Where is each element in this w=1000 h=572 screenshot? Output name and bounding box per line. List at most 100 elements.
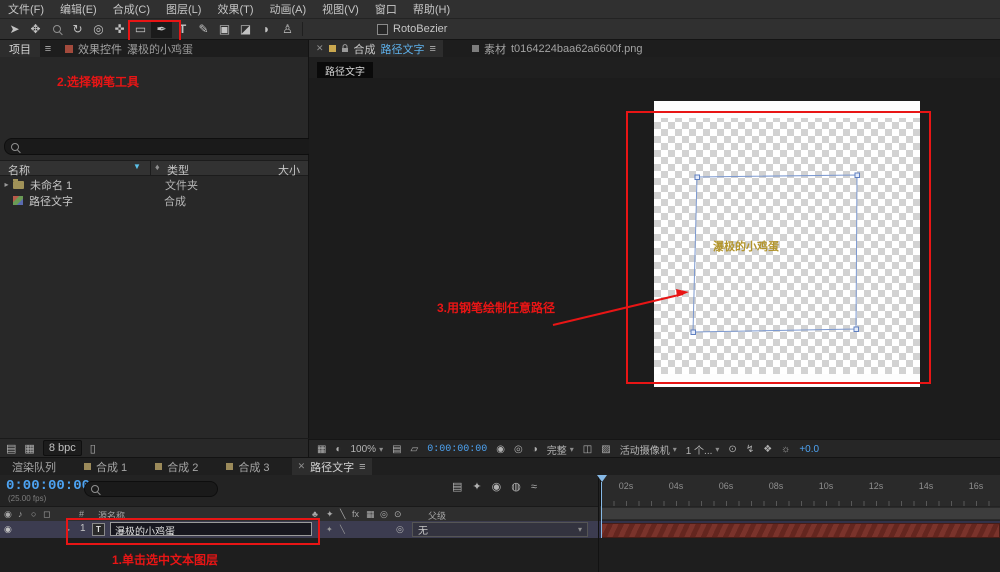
menu-layer[interactable]: 图层(L) (166, 1, 201, 17)
close-icon[interactable]: ✕ (316, 43, 324, 54)
panel-menu-icon[interactable]: ≡ (359, 461, 365, 473)
panel-menu-icon[interactable]: ≡ (430, 43, 436, 55)
eye-icon[interactable]: ◉ (4, 524, 12, 535)
parent-value: 无 (418, 526, 428, 537)
clone-stamp-tool-icon[interactable]: ▣ (214, 20, 235, 38)
fast-previews-icon[interactable]: ↯ (746, 444, 754, 455)
camera-select[interactable]: 活动摄像机 ▾ (620, 442, 677, 457)
tab-render-queue[interactable]: 渲染队列 (6, 458, 62, 475)
menu-file[interactable]: 文件(F) (8, 1, 44, 17)
zoom-tool-icon[interactable] (46, 20, 67, 38)
tab-path-text[interactable]: ✕ 路径文字 ≡ (291, 458, 372, 475)
tab-effect-controls[interactable]: 效果控件 瀑极的小鸡蛋 (56, 40, 202, 57)
adjustment-switch-icon: ⊙ (394, 509, 402, 519)
tab-comp-2[interactable]: 合成 2 (149, 458, 204, 475)
twirl-icon[interactable]: ▸ (0, 180, 13, 189)
mask-visibility-icon[interactable]: ◐ (335, 444, 341, 455)
exposure-icon[interactable]: ☼ (781, 444, 790, 455)
fps-label: (25.00 fps) (8, 494, 47, 503)
ruler-icon[interactable]: ▱ (411, 444, 419, 455)
hand-tool-icon[interactable]: ✥ (25, 20, 46, 38)
menu-view[interactable]: 视图(V) (322, 1, 359, 17)
tab-project[interactable]: 项目 (0, 40, 40, 57)
ruler-label: 14s (918, 481, 934, 491)
tab-comp-3[interactable]: 合成 3 (220, 458, 275, 475)
trash-icon[interactable]: ▯ (90, 442, 96, 455)
quality-switch[interactable]: ╲ (340, 525, 345, 534)
camera-tool-icon[interactable]: ◎ (88, 20, 109, 38)
pan-behind-tool-icon[interactable]: ✜ (109, 20, 130, 38)
project-row-comp[interactable]: 路径文字 合成 (0, 193, 308, 208)
time-ruler[interactable]: 02s 04s 06s 08s 10s 12s 14s 16s (600, 475, 1000, 506)
eraser-tool-icon[interactable]: ◪ (235, 20, 256, 38)
menu-window[interactable]: 窗口 (375, 1, 397, 17)
grid-options-icon[interactable]: ▦ (317, 444, 326, 455)
rotation-tool-icon[interactable]: ↻ (67, 20, 88, 38)
annotation-step3: 3.用钢笔绘制任意路径 (437, 301, 556, 315)
project-search-input[interactable] (4, 138, 315, 155)
tab-footage[interactable]: 素材 t0164224baa62a6600f.png (465, 40, 650, 57)
mini-flowchart-icon[interactable]: ❖ (763, 444, 772, 455)
hide-shy-icon[interactable]: ◉ (492, 480, 502, 493)
parent-select[interactable]: 无 ▾ (412, 522, 588, 537)
pickwhip-icon[interactable]: ◎ (396, 524, 404, 535)
rotobezier-checkbox[interactable]: RotoBezier (377, 23, 447, 35)
comp-icon (155, 463, 163, 470)
footage-tab-label: 素材 (483, 43, 506, 56)
timeline-search-input[interactable] (84, 481, 218, 497)
tab-composition[interactable]: ✕ 合成 路径文字 ≡ (309, 40, 443, 57)
collapse-switch[interactable]: ✦ (326, 525, 333, 534)
selection-tool-icon[interactable]: ➤ (4, 20, 25, 38)
close-icon[interactable]: ✕ (298, 461, 306, 472)
channels-icon[interactable]: ◑ (532, 444, 538, 455)
brush-tool-icon[interactable]: ✎ (193, 20, 214, 38)
tab-comp-1[interactable]: 合成 1 (78, 458, 133, 475)
menu-help[interactable]: 帮助(H) (413, 1, 450, 17)
audio-column-icon: ♪ (18, 509, 23, 519)
motion-blur-icon[interactable]: ◍ (511, 480, 521, 493)
snapshot-icon[interactable]: ◉ (496, 444, 505, 455)
exposure-value[interactable]: +0.0 (799, 444, 819, 455)
ruler-label: 02s (618, 481, 634, 491)
frame-blend-switch-icon: ▦ (366, 509, 375, 519)
pixel-aspect-icon[interactable]: ⊙ (728, 444, 736, 455)
view-layout-select[interactable]: 1 个... ▾ (686, 442, 720, 457)
menu-edit[interactable]: 编辑(E) (60, 1, 97, 17)
menu-animation[interactable]: 动画(A) (270, 1, 307, 17)
transparency-grid-icon[interactable]: ▨ (601, 444, 610, 455)
chevron-down-icon: ▾ (577, 525, 582, 534)
magnification-select[interactable]: 100% ▾ (351, 444, 384, 455)
composition-canvas[interactable]: 瀑极的小鸡蛋 3.用钢笔绘制任意路径 (309, 78, 1000, 439)
menu-composition[interactable]: 合成(C) (113, 1, 150, 17)
comp-tab-icon (328, 45, 336, 52)
interpret-footage-icon[interactable]: ▤ (6, 442, 16, 455)
timeline-divider[interactable] (598, 475, 599, 572)
project-bit-depth[interactable]: 8 bpc (42, 440, 82, 456)
roi-icon[interactable]: ◫ (583, 444, 592, 455)
column-size[interactable]: 大小 (278, 162, 300, 178)
column-name[interactable]: 名称 (8, 162, 30, 178)
graph-editor-icon[interactable]: ≈ (531, 481, 537, 493)
layer-duration-bar[interactable] (601, 523, 1000, 538)
view-selector[interactable]: 路径文字 (317, 62, 373, 79)
panel-menu-icon[interactable]: ≡ (40, 43, 56, 55)
work-area-bar[interactable] (600, 507, 1000, 520)
guides-icon[interactable]: ▤ (392, 444, 401, 455)
new-folder-icon[interactable]: ▦ (24, 442, 34, 455)
draft-3d-icon[interactable]: ✦ (472, 480, 481, 493)
playhead[interactable] (597, 475, 607, 482)
resolution-select[interactable]: 完整 ▾ (547, 442, 574, 457)
show-snapshot-icon[interactable]: ◎ (514, 444, 523, 455)
preview-timecode[interactable]: 0:00:00:00 (427, 444, 487, 455)
puppet-pin-tool-icon[interactable]: ♙ (277, 20, 298, 38)
timeline-panel: 渲染队列 合成 1 合成 2 合成 3 ✕ 路径文字 ≡ 0:00:00:00 … (0, 457, 1000, 572)
menu-effect[interactable]: 效果(T) (217, 1, 253, 17)
effect-controls-target: 瀑极的小鸡蛋 (127, 43, 193, 56)
sort-arrow-icon[interactable]: ▼ (133, 162, 141, 171)
view-layout-value: 1 个... (685, 445, 713, 457)
composition-flowchart-icon[interactable]: ▤ (452, 480, 462, 493)
rotobrush-tool-icon[interactable]: ◗ (256, 20, 277, 38)
current-timecode[interactable]: 0:00:00:00 (6, 478, 90, 494)
project-row-folder[interactable]: ▸ 未命名 1 文件夹 (0, 177, 308, 192)
viewer-tabbar: ✕ 合成 路径文字 ≡ 素材 t0164224baa62a6600f.png (309, 40, 1000, 57)
